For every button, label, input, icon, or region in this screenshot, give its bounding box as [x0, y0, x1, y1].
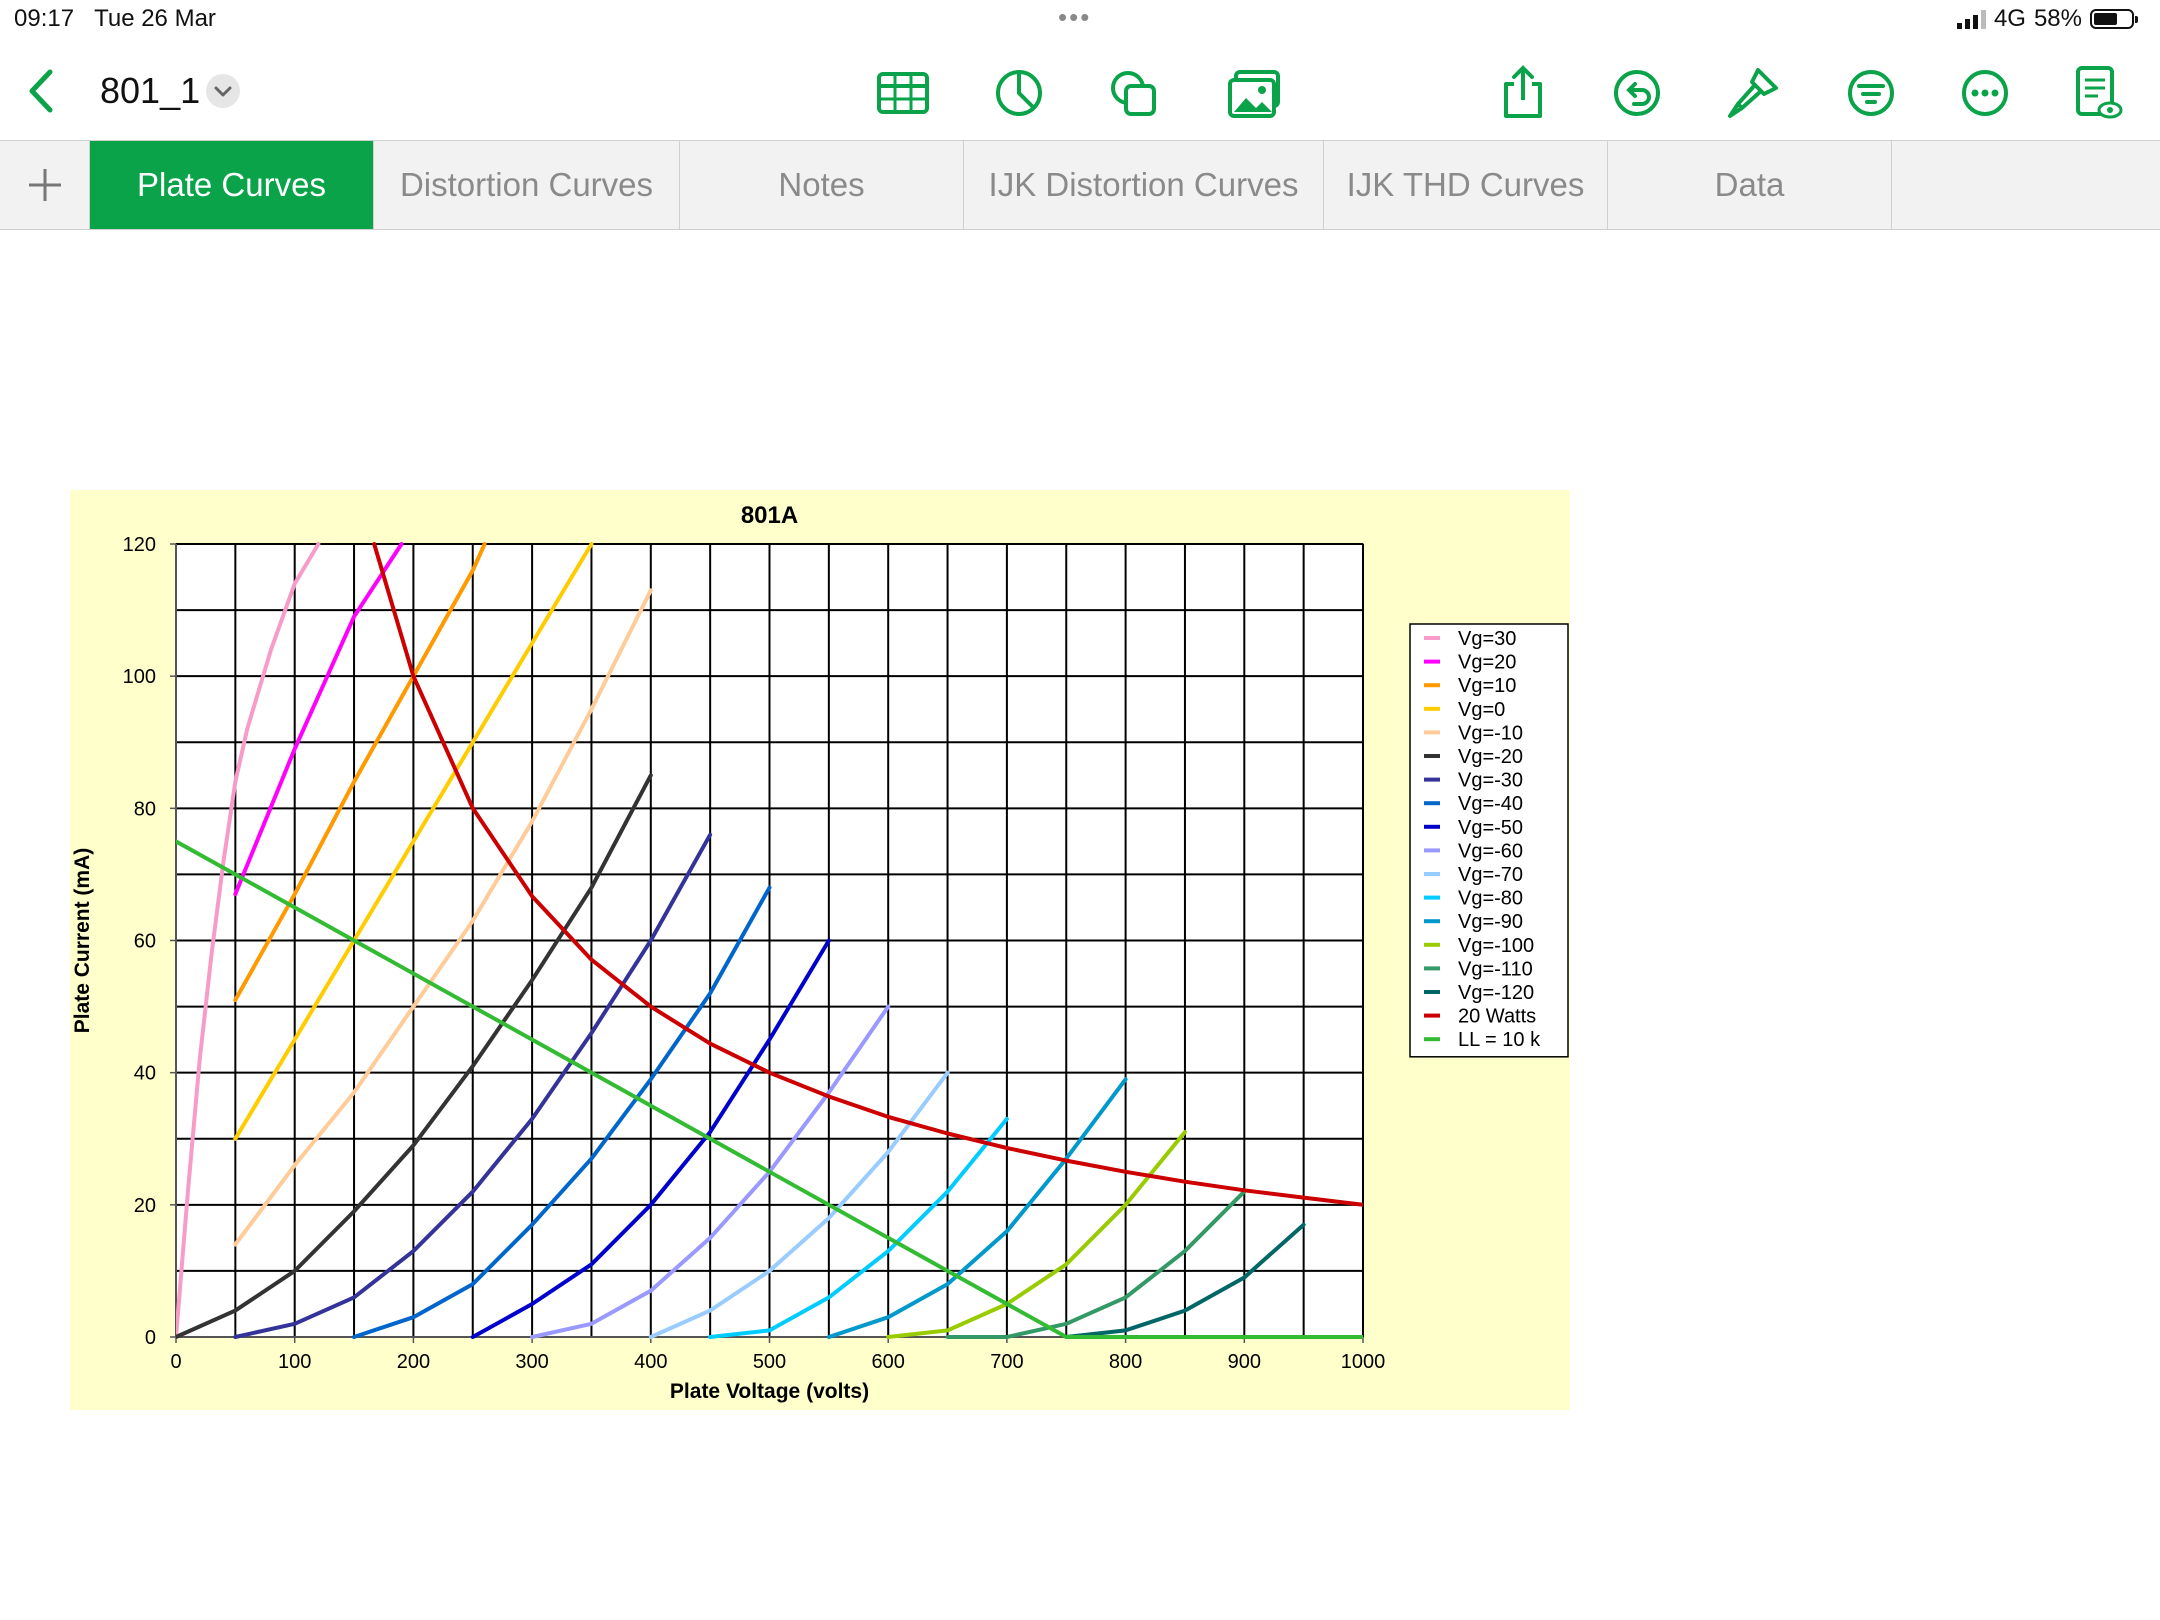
- chart-svg: 0 100 200 300 400 500 600 700 800 900 1000 0 20 40 60 8…: [70, 490, 1570, 1410]
- y-axis-title: Plate Current (mA): [71, 848, 94, 1034]
- legend-label: LL = 10 k: [1458, 1029, 1541, 1051]
- y-tick-label: 0: [145, 1327, 156, 1349]
- media-icon[interactable]: [1226, 64, 1284, 122]
- plate-curves-chart[interactable]: 0 100 200 300 400 500 600 700 800 900 1000 0 20 40 60 8…: [70, 490, 1570, 1410]
- legend-label: Vg=20: [1458, 652, 1516, 674]
- legend-label: Vg=-30: [1458, 770, 1523, 792]
- x-tick-label: 0: [170, 1351, 181, 1373]
- chart-title: 801A: [741, 502, 798, 529]
- tab-plate-curves[interactable]: Plate Curves: [90, 141, 374, 229]
- shapes-icon[interactable]: [1104, 64, 1162, 122]
- battery-percent: 58%: [2033, 5, 2082, 32]
- legend-label: Vg=-20: [1458, 746, 1523, 768]
- legend-label: Vg=30: [1458, 628, 1516, 650]
- y-tick-label: 40: [134, 1063, 156, 1085]
- share-icon[interactable]: [1494, 64, 1552, 122]
- format-brush-icon[interactable]: [1724, 64, 1782, 122]
- toolbar: 801_1: [0, 50, 2160, 136]
- legend-label: Vg=-100: [1458, 935, 1534, 957]
- legend-label: Vg=10: [1458, 675, 1516, 697]
- title-dropdown-icon[interactable]: [206, 74, 240, 108]
- network-label: 4G: [1993, 5, 2026, 32]
- tab-notes[interactable]: Notes: [680, 141, 964, 229]
- more-icon[interactable]: [1956, 64, 2014, 122]
- status-bar: 09:17 Tue 26 Mar ••• 4G 58%: [0, 0, 2160, 40]
- x-tick-label: 500: [753, 1351, 786, 1373]
- x-tick-label: 100: [278, 1351, 311, 1373]
- legend-label: Vg=-110: [1458, 958, 1533, 980]
- status-time-date: 09:17 Tue 26 Mar: [14, 5, 216, 32]
- organize-icon[interactable]: [1842, 64, 1900, 122]
- table-icon[interactable]: [874, 64, 932, 122]
- legend-label: Vg=-80: [1458, 888, 1523, 910]
- legend-label: Vg=-70: [1458, 864, 1523, 886]
- tab-ijk-thd-curves[interactable]: IJK THD Curves: [1324, 141, 1608, 229]
- legend-label: Vg=0: [1458, 699, 1505, 721]
- x-tick-label: 800: [1109, 1351, 1142, 1373]
- tab-distortion-curves[interactable]: Distortion Curves: [374, 141, 680, 229]
- legend-label: Vg=-120: [1458, 982, 1534, 1004]
- x-tick-label: 900: [1228, 1351, 1261, 1373]
- tab-data[interactable]: Data: [1608, 141, 1892, 229]
- sheet-tab-bar: Plate Curves Distortion Curves Notes IJK…: [0, 140, 2160, 230]
- chart-icon[interactable]: [990, 64, 1048, 122]
- legend-label: Vg=-10: [1458, 722, 1523, 744]
- document-title[interactable]: 801_1: [100, 70, 200, 112]
- undo-icon[interactable]: [1608, 64, 1666, 122]
- status-right: 4G 58%: [1956, 5, 2138, 33]
- x-tick-label: 300: [515, 1351, 548, 1373]
- legend-label: Vg=-90: [1458, 911, 1523, 933]
- signal-icon: [1956, 9, 1986, 29]
- battery-icon: [2090, 9, 2138, 29]
- y-tick-label: 100: [123, 666, 156, 688]
- tab-ijk-distortion-curves[interactable]: IJK Distortion Curves: [964, 141, 1324, 229]
- x-axis-title: Plate Voltage (volts): [670, 1380, 869, 1403]
- x-tick-label: 200: [397, 1351, 430, 1373]
- x-tick-label: 400: [634, 1351, 667, 1373]
- back-chevron-icon[interactable]: [22, 66, 62, 116]
- legend-label: 20 Watts: [1458, 1006, 1536, 1028]
- legend-label: Vg=-60: [1458, 840, 1523, 862]
- add-sheet-button[interactable]: [0, 141, 90, 229]
- y-tick-label: 120: [123, 534, 156, 556]
- plus-icon: [28, 169, 61, 201]
- y-tick-label: 80: [134, 798, 156, 820]
- legend-label: Vg=-50: [1458, 817, 1523, 839]
- view-options-icon[interactable]: [2068, 64, 2126, 122]
- multitasking-dots-icon[interactable]: •••: [1058, 2, 1091, 33]
- legend-label: Vg=-40: [1458, 793, 1523, 815]
- x-tick-label: 600: [872, 1351, 905, 1373]
- x-tick-label: 1000: [1341, 1351, 1386, 1373]
- x-tick-label: 700: [990, 1351, 1023, 1373]
- y-tick-label: 60: [134, 931, 156, 953]
- y-tick-label: 20: [134, 1195, 156, 1217]
